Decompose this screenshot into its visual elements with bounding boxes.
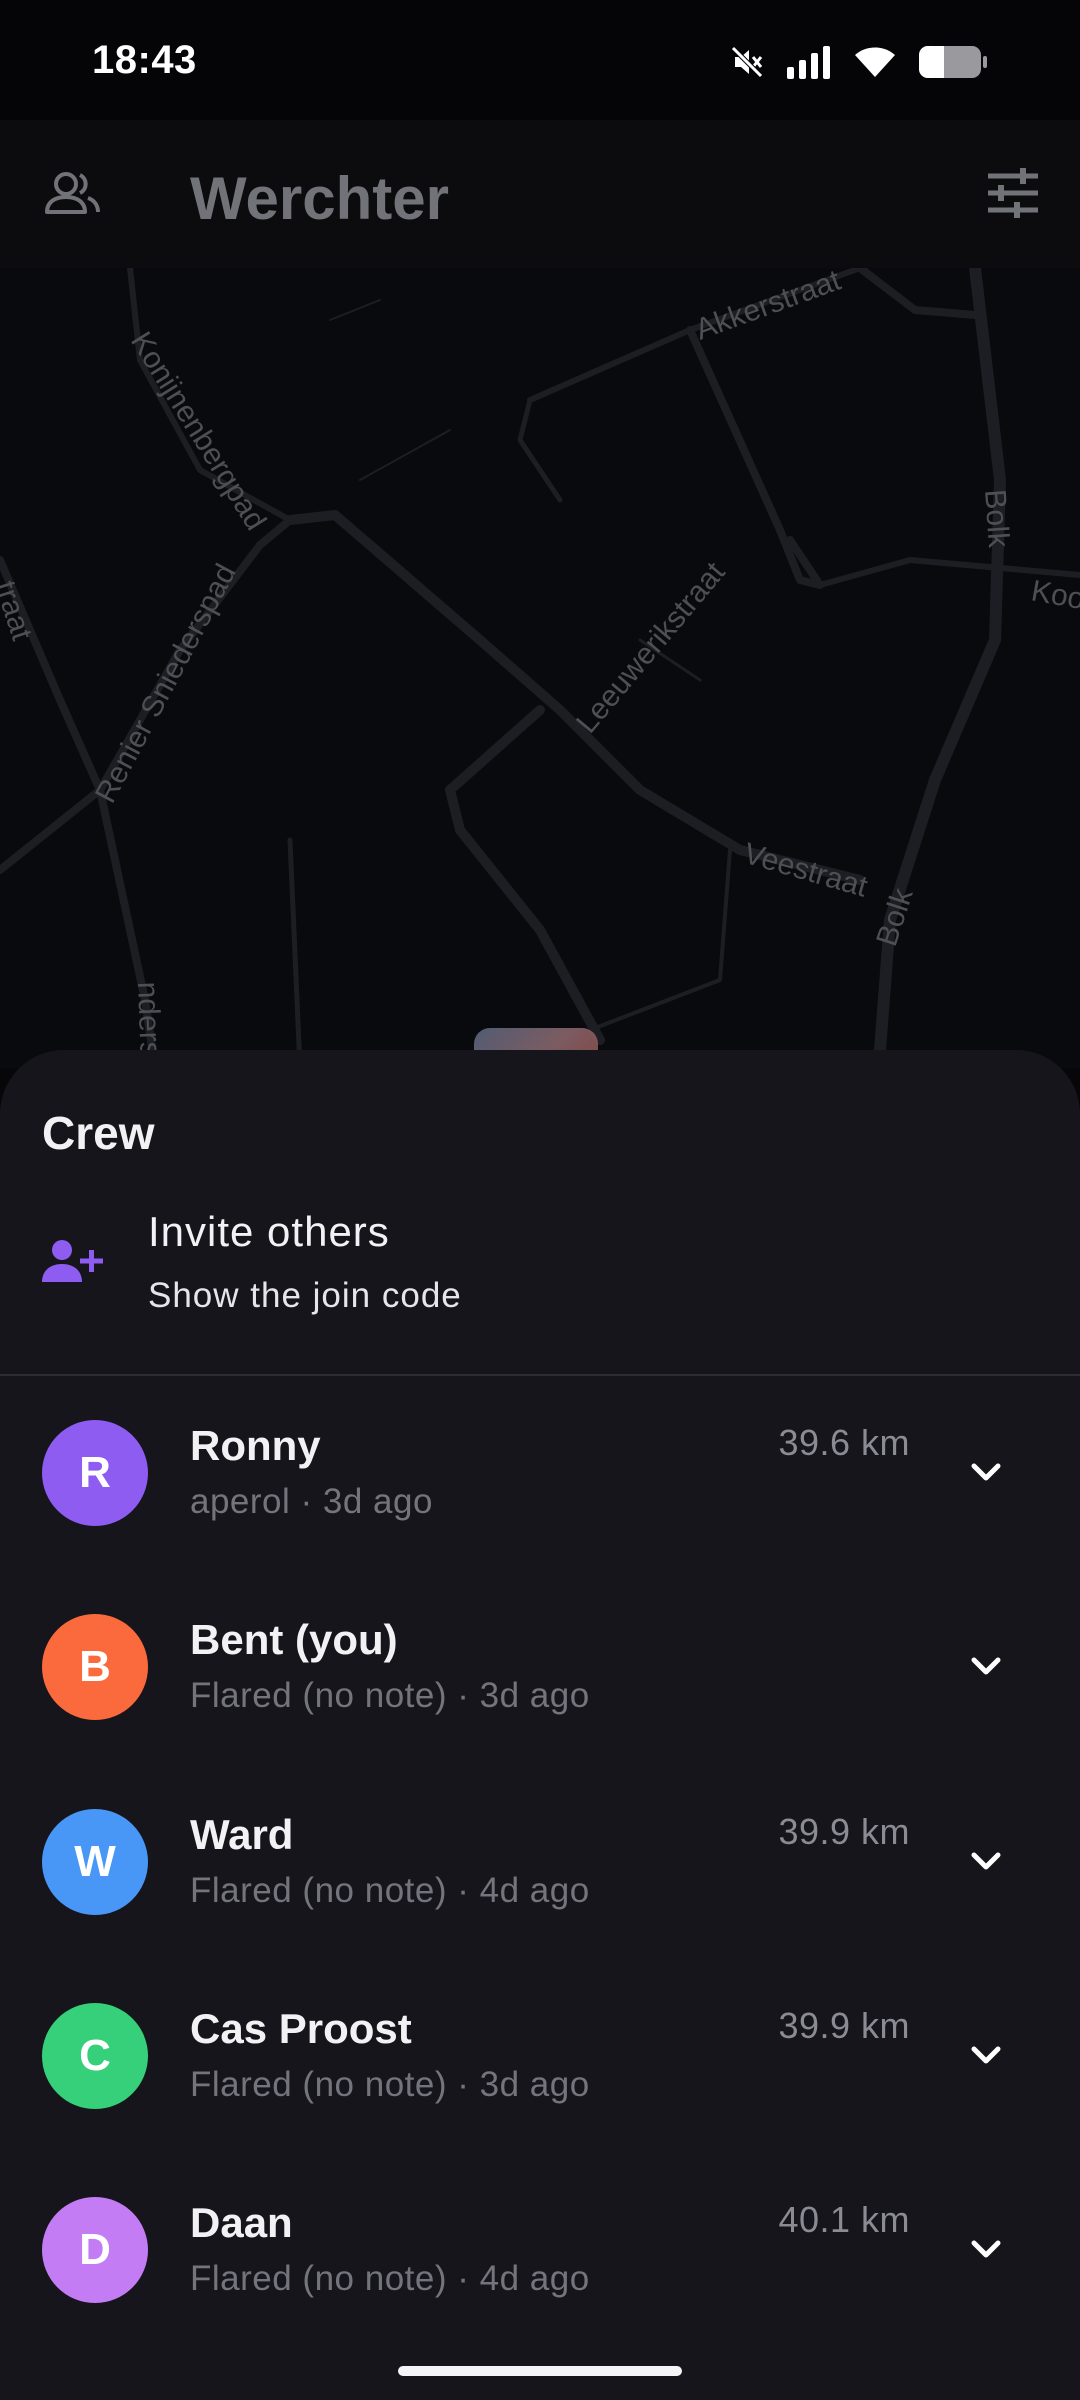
member-status: Flared (no note) · 3d ago [190,2065,590,2104]
member-status: Flared (no note) · 4d ago [190,2259,590,2298]
map-roads: Akkerstraat Konijnenbergpad Bolk Koo tra… [0,268,1080,1068]
map-label: Koo [1029,574,1080,616]
chevron-down-icon[interactable] [966,1456,1006,1493]
map-label: Leeuwerikstraat [570,556,732,740]
avatar: D [42,2197,148,2303]
page-title: Werchter [190,165,449,232]
member-distance: 39.9 km [778,2005,910,2046]
member-name: Ronny [190,1422,321,1469]
chevron-down-icon[interactable] [966,2233,1006,2270]
battery-icon [918,44,988,80]
member-row[interactable]: W Ward Flared (no note) · 4d ago 39.9 km [0,1789,1080,1979]
member-distance: 40.1 km [778,2199,910,2240]
member-name: Ward [190,1811,294,1858]
map-label: Konijnenbergpad [124,326,272,536]
filter-icon[interactable] [986,168,1040,223]
divider [0,1374,1080,1376]
home-indicator[interactable] [398,2366,682,2376]
status-icons [730,40,988,84]
member-row[interactable]: D Daan Flared (no note) · 4d ago 40.1 km [0,2177,1080,2367]
map-label: Renier Sniederspad [89,559,243,809]
invite-label: Invite others [148,1208,390,1255]
status-time: 18:43 [92,38,197,82]
chevron-down-icon[interactable] [966,2039,1006,2076]
mute-icon [730,45,764,79]
member-status: Flared (no note) · 4d ago [190,1871,590,1910]
signal-icon [786,45,832,79]
map-label: traat [0,577,38,645]
map-label: Veestraat [740,837,872,904]
map-view[interactable]: Akkerstraat Konijnenbergpad Bolk Koo tra… [0,268,1080,1068]
member-name: Cas Proost [190,2005,412,2052]
crew-icon[interactable] [44,170,102,223]
member-distance: 39.6 km [778,1422,910,1463]
wifi-icon [854,45,896,79]
member-distance: 39.9 km [778,1811,910,1852]
avatar: R [42,1420,148,1526]
member-row[interactable]: R Ronny aperol · 3d ago 39.6 km [0,1400,1080,1590]
member-row[interactable]: B Bent (you) Flared (no note) · 3d ago [0,1594,1080,1784]
map-label: Akkerstraat [691,268,845,347]
map-label: Bolk [978,488,1015,550]
invite-others-button[interactable]: Invite others Show the join code [0,1198,1080,1323]
avatar: B [42,1614,148,1720]
chevron-down-icon[interactable] [966,1845,1006,1882]
chevron-down-icon[interactable] [966,1650,1006,1687]
add-person-icon [42,1238,104,1291]
member-status: Flared (no note) · 3d ago [190,1676,590,1715]
map-label: nders [131,981,167,1057]
avatar: W [42,1809,148,1915]
avatar: C [42,2003,148,2109]
sheet-title: Crew [42,1107,155,1159]
status-bar: 18:43 [0,0,1080,120]
app-bar: Werchter [0,120,1080,268]
member-name: Bent (you) [190,1616,398,1663]
map-label: Bolk [870,884,920,951]
member-status: aperol · 3d ago [190,1482,433,1521]
member-row[interactable]: C Cas Proost Flared (no note) · 3d ago 3… [0,1983,1080,2173]
member-name: Daan [190,2199,293,2246]
invite-sublabel: Show the join code [148,1276,462,1315]
